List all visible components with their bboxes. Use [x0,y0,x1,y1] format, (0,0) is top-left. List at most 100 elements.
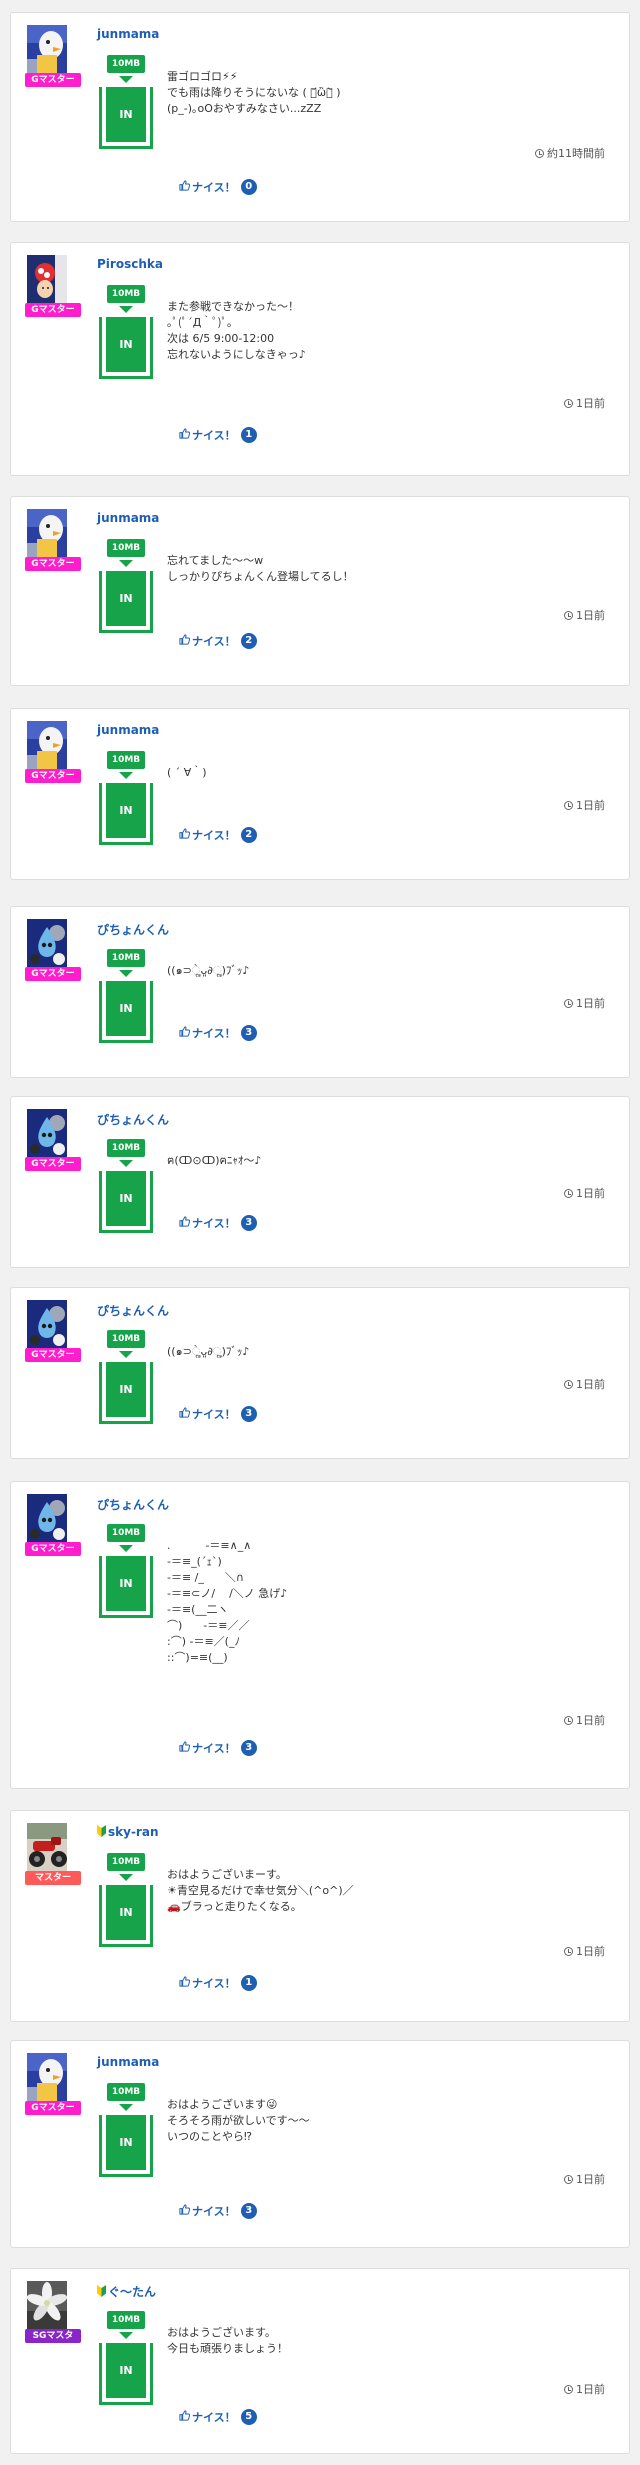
user-avatar[interactable] [27,1823,67,1871]
size-arrow-icon [119,1160,133,1167]
post-card: Gマスター junmama 10MB IN 忘れてました〜〜w しっかりぴちょん… [10,496,630,686]
thumbs-up-icon [179,634,191,648]
nice-label: ナイス！ [192,1742,236,1755]
status-label: IN [106,1362,146,1417]
username-link[interactable]: junmama [97,27,159,41]
post-card: Gマスター ぴちょんくん 10MB IN ((๑⊃ૢ̀ᴗ͈∂ૢ)ﾌﾞｯ♪ 1日前… [10,906,630,1078]
post-card: Gマスター ぴちょんくん 10MB IN ((๑⊃ૢ̀ᴗ͈∂ૢ)ﾌﾞｯ♪ 1日前… [10,1287,630,1459]
size-arrow-icon [119,2332,133,2339]
post-time: 1日前 [564,2171,605,2187]
user-avatar[interactable] [27,1494,67,1542]
status-box: IN [99,1885,153,1947]
nice-button[interactable]: ナイス！ 3 [179,1406,257,1422]
username-link[interactable]: ぐ〜たん [97,2283,156,2300]
nice-count: 2 [240,633,257,649]
post-time-text: 1日前 [576,2173,605,2186]
username-link[interactable]: junmama [97,2055,159,2069]
nice-button[interactable]: ナイス！ 5 [179,2409,257,2425]
status-box: IN [99,2343,153,2405]
username-link[interactable]: junmama [97,511,159,525]
user-avatar[interactable] [27,1109,67,1157]
status-label: IN [106,1556,146,1611]
post-message: おはようございます。 今日も頑張りましょう！ [167,2326,288,2355]
username-link[interactable]: sky-ran [97,1825,158,1839]
rank-badge: Gマスター [25,1157,81,1171]
size-badge: 10MB [107,539,145,557]
thumbs-up-icon [179,2204,191,2218]
username-link[interactable]: junmama [97,723,159,737]
user-avatar[interactable] [27,255,67,303]
nice-button[interactable]: ナイス！ 3 [179,1025,257,1041]
username-text: ぴちょんくん [97,1113,170,1127]
nice-count: 3 [240,1025,257,1041]
thumbs-up-icon [179,1976,191,1990]
size-badge: 10MB [107,2083,145,2101]
nice-button[interactable]: ナイス！ 1 [179,427,257,443]
nice-count: 5 [240,2409,257,2425]
status-label: IN [106,783,146,838]
clock-icon [535,149,544,158]
user-avatar[interactable] [27,1300,67,1348]
nice-button[interactable]: ナイス！ 3 [179,1740,257,1756]
nice-count: 3 [240,1406,257,1422]
nice-button[interactable]: ナイス！ 2 [179,827,257,843]
nice-button[interactable]: ナイス！ 3 [179,2203,257,2219]
clock-icon [564,999,573,1008]
thumbs-up-icon [179,180,191,194]
status-label: IN [106,87,146,142]
username-link[interactable]: ぴちょんくん [97,1496,169,1513]
rank-badge: SGマスタ [25,2329,81,2343]
username-text: Piroschka [97,257,163,271]
post-message: ((๑⊃ૢ̀ᴗ͈∂ૢ)ﾌﾞｯ♪ [167,1345,250,1358]
nice-count: 2 [240,827,257,843]
status-box: IN [99,87,153,149]
user-avatar[interactable] [27,919,67,967]
post-time-text: 1日前 [576,1187,605,1200]
rank-badge: Gマスター [25,73,81,87]
thumbs-up-icon [179,828,191,842]
post-message: おはようございまーす。 ☀青空見るだけで幸せ気分＼(^o^)／ 🚗ブラっと走りた… [167,1868,354,1913]
status-box: IN [99,1556,153,1618]
thumbs-up-icon [179,1407,191,1421]
post-card: Gマスター ぴちょんくん 10MB IN ฅ(ↀ⊙ↀ)ฅﾆｬｵ〜♪ 1日前 ナイ… [10,1096,630,1268]
beginner-leaf-icon [97,2285,106,2297]
post-message: また参戦できなかった〜！ ｡ﾟ(ﾟ´Д｀ﾟ)ﾟ｡ 次は 6/5 9:00-12:… [167,300,306,361]
username-text: ぴちょんくん [97,923,170,937]
user-avatar[interactable] [27,2053,67,2101]
nice-button[interactable]: ナイス！ 1 [179,1975,257,1991]
username-text: ぴちょんくん [97,1498,170,1512]
username-text: sky-ran [108,1825,159,1839]
nice-label: ナイス！ [192,2411,236,2424]
post-time-text: 1日前 [576,2383,605,2396]
user-avatar[interactable] [27,2281,67,2329]
post-time: 1日前 [564,607,605,623]
post-time-text: 1日前 [576,799,605,812]
post-card: Gマスター junmama 10MB IN ( ´ ∀｀) 1日前 ナイス！ 2 [10,708,630,880]
nice-label: ナイス！ [192,1027,236,1040]
size-badge: 10MB [107,285,145,303]
nice-button[interactable]: ナイス！ 0 [179,179,257,195]
rank-badge: Gマスター [25,967,81,981]
nice-button[interactable]: ナイス！ 2 [179,633,257,649]
username-link[interactable]: ぴちょんくん [97,1302,169,1319]
nice-count: 3 [240,2203,257,2219]
size-badge: 10MB [107,1853,145,1871]
rank-badge: Gマスター [25,1348,81,1362]
username-link[interactable]: ぴちょんくん [97,1111,169,1128]
user-avatar[interactable] [27,721,67,769]
username-link[interactable]: ぴちょんくん [97,921,169,938]
nice-count: 3 [240,1740,257,1756]
clock-icon [564,2385,573,2394]
clock-icon [564,1380,573,1389]
nice-label: ナイス！ [192,1977,236,1990]
username-link[interactable]: Piroschka [97,257,163,271]
user-avatar[interactable] [27,25,67,73]
thumbs-up-icon [179,1216,191,1230]
username-text: junmama [97,511,160,525]
post-message: 雷ゴロゴロ⚡⚡ でも雨は降りそうにないな ( ･᷄ὢ･᷅ ) (p_-)｡oOお… [167,70,341,115]
user-avatar[interactable] [27,509,67,557]
nice-label: ナイス！ [192,2205,236,2218]
nice-button[interactable]: ナイス！ 3 [179,1215,257,1231]
post-message: . -＝≡∧_∧ -＝≡_(´ｪ`) -＝≡ /_ ＼∩ -＝≡⊂ノ/ /＼ノ … [167,1539,288,1664]
status-label: IN [106,2115,146,2170]
